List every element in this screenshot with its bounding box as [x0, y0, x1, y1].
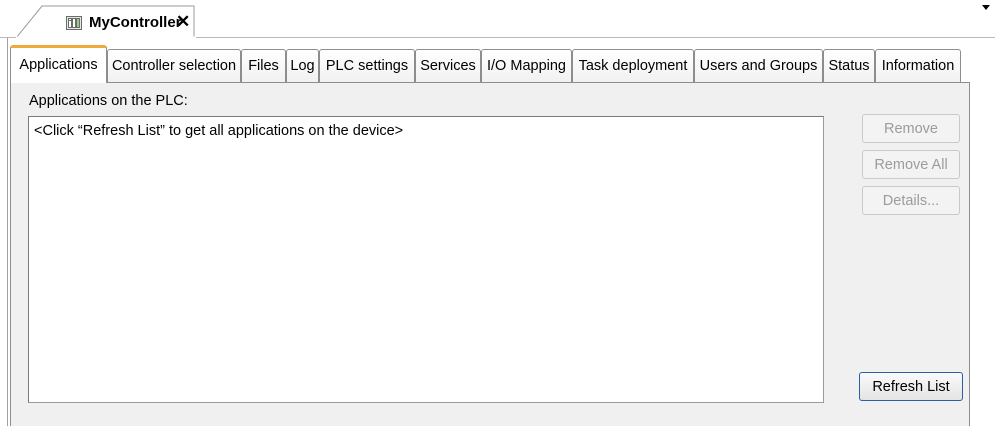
tab-list-dropdown-icon[interactable]	[980, 2, 992, 12]
applications-list-label: Applications on the PLC:	[29, 93, 188, 109]
remove-all-button[interactable]: Remove All	[862, 150, 960, 179]
controller-device-icon	[66, 15, 82, 31]
document-tab-mycontroller[interactable]: MyController ✕	[16, 5, 196, 38]
list-item[interactable]: <Click “Refresh List” to get all applica…	[34, 123, 403, 139]
remove-button[interactable]: Remove	[862, 114, 960, 143]
document-tab-strip: MyController ✕	[0, 0, 995, 38]
editor-subtabs: Applications Controller selection Files …	[10, 45, 970, 83]
details-button[interactable]: Details...	[862, 186, 960, 215]
refresh-list-button[interactable]: Refresh List	[859, 372, 963, 401]
tab-files[interactable]: Files	[241, 49, 286, 82]
tab-controller-selection[interactable]: Controller selection	[107, 49, 241, 82]
tab-task-deployment[interactable]: Task deployment	[572, 49, 694, 82]
tab-status[interactable]: Status	[823, 49, 875, 82]
editor-left-border	[7, 38, 8, 426]
tab-plc-settings[interactable]: PLC settings	[319, 49, 415, 82]
applications-panel: Applications on the PLC: <Click “Refresh…	[10, 82, 970, 426]
applications-list[interactable]: <Click “Refresh List” to get all applica…	[28, 116, 824, 403]
tab-log[interactable]: Log	[286, 49, 319, 82]
tab-io-mapping[interactable]: I/O Mapping	[481, 49, 572, 82]
device-editor-window: MyController ✕ Applications Controller s…	[0, 0, 995, 426]
close-icon[interactable]: ✕	[176, 12, 190, 32]
tab-information[interactable]: Information	[875, 49, 961, 82]
tab-users-and-groups[interactable]: Users and Groups	[694, 49, 823, 82]
document-tab-title: MyController	[89, 14, 182, 31]
tab-services[interactable]: Services	[415, 49, 481, 82]
tab-applications[interactable]: Applications	[10, 45, 107, 83]
